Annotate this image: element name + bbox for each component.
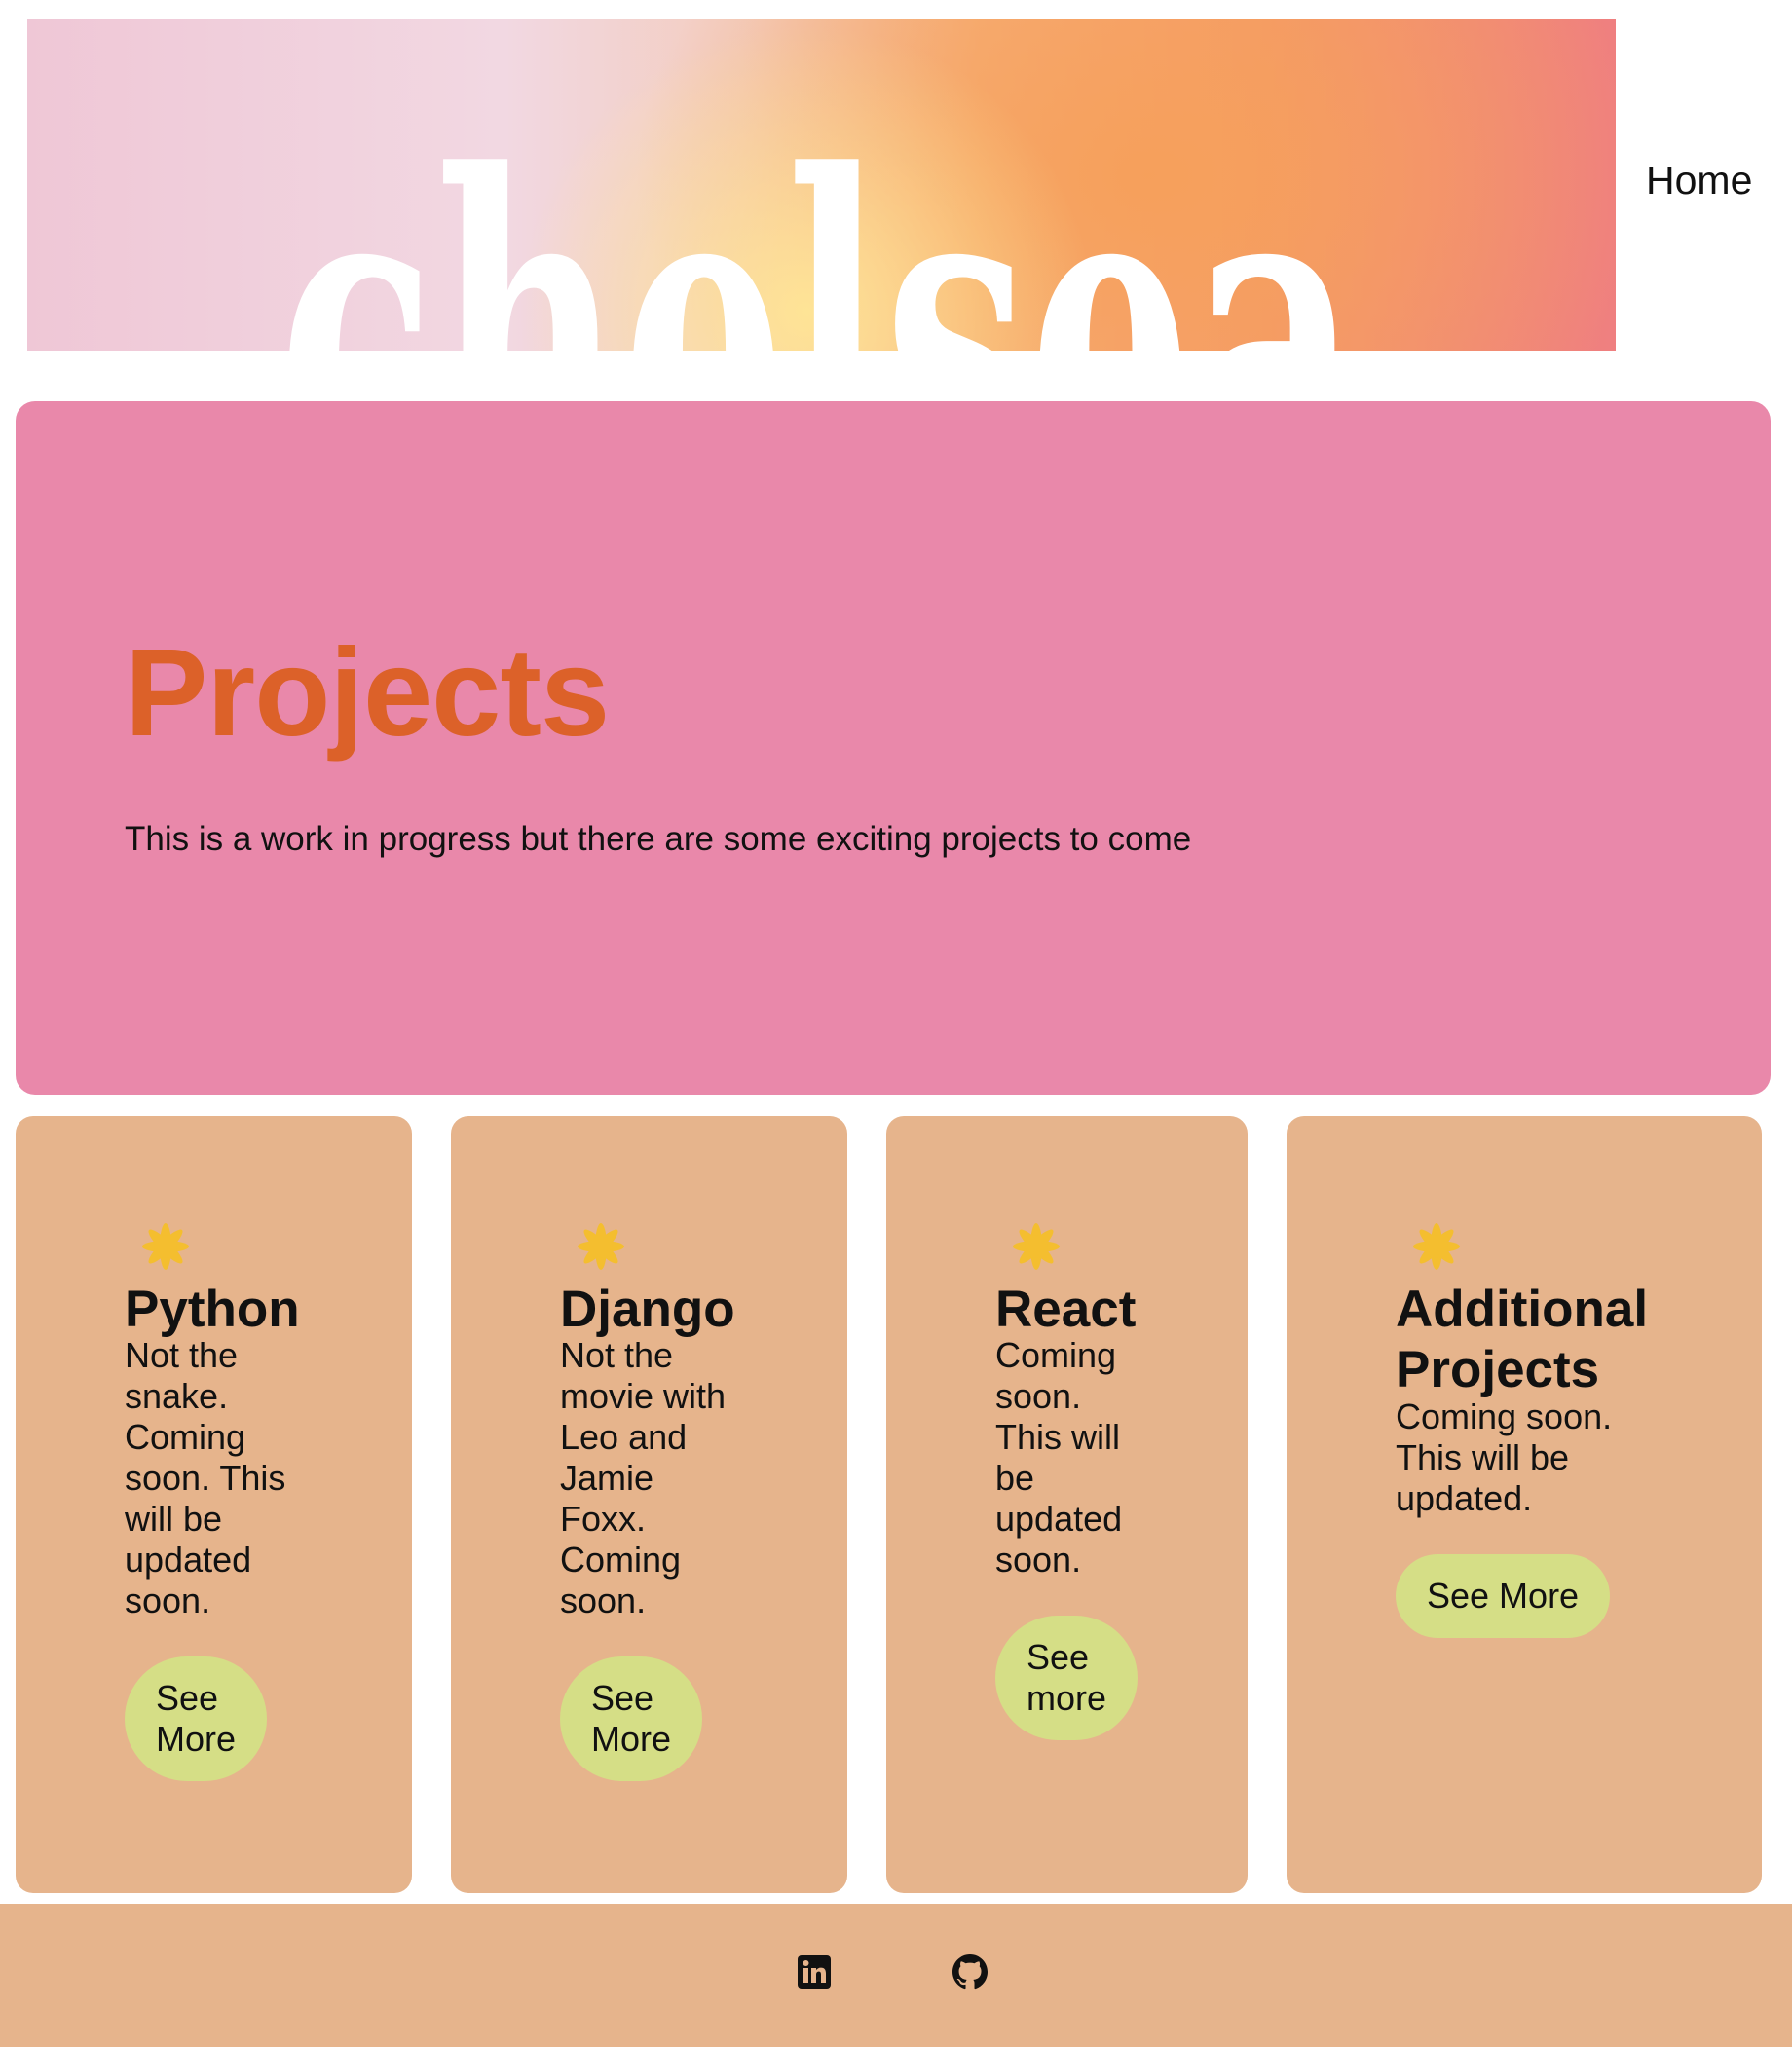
see-more-button[interactable]: See More: [1396, 1554, 1611, 1638]
card-text-line: snake.: [125, 1376, 229, 1416]
banner-wordmark: chelsea: [279, 85, 1360, 351]
card-text-line: soon.: [995, 1376, 1082, 1416]
svg-text:chelsea: chelsea: [279, 85, 1360, 351]
site-header: chelsea Home: [0, 0, 1792, 370]
card-description: Coming soon. This will be updated soon. …: [995, 1335, 1139, 1740]
nav-home-link[interactable]: Home: [1646, 158, 1752, 204]
card-title-line: Projects: [1396, 1341, 1600, 1398]
card-title: React: [995, 1281, 1137, 1338]
card-text-line: soon.: [125, 1581, 211, 1620]
banner-logo: chelsea: [27, 19, 1616, 351]
button-label-line: See: [591, 1678, 654, 1718]
card-title-line: Additional: [1396, 1281, 1649, 1338]
project-card-additional: Additional Projects Coming soon. This wi…: [1287, 1116, 1762, 1893]
project-card-django: Django Not the movie with Leo and Jamie …: [451, 1116, 847, 1893]
card-text-line: Jamie: [560, 1458, 654, 1498]
button-label-line: More: [591, 1719, 672, 1759]
asterisk-icon: [142, 1223, 189, 1270]
asterisk-icon: [578, 1223, 624, 1270]
card-text-line: Coming soon.: [1396, 1396, 1613, 1436]
project-card-python: Python Not the snake. Coming soon. This …: [16, 1116, 412, 1893]
site-footer: [0, 1904, 1792, 2047]
asterisk-icon: [1013, 1223, 1060, 1270]
card-text-line: soon. This: [125, 1458, 286, 1498]
linkedin-icon[interactable]: [797, 1954, 832, 1990]
card-title: Django: [560, 1281, 735, 1338]
card-text-line: updated.: [1396, 1478, 1533, 1518]
see-more-button[interactable]: See More: [560, 1656, 703, 1781]
card-description: Not the snake. Coming soon. This will be…: [125, 1335, 285, 1781]
card-text-line: Coming: [125, 1417, 246, 1457]
card-text-line: movie with: [560, 1376, 727, 1416]
card-text-line: updated: [125, 1540, 252, 1580]
github-icon[interactable]: [952, 1954, 988, 1990]
card-text-line: Coming: [995, 1335, 1117, 1375]
card-description: Coming soon. This will be updated. See M…: [1396, 1396, 1612, 1638]
button-label-line: more: [1027, 1678, 1107, 1718]
project-card-react: React Coming soon. This will be updated …: [886, 1116, 1248, 1893]
see-more-button[interactable]: See More: [125, 1656, 268, 1781]
page-subtitle: This is a work in progress but there are…: [125, 820, 1192, 858]
card-text-line: soon.: [995, 1540, 1082, 1580]
card-text-line: Coming: [560, 1540, 682, 1580]
button-label-line: More: [156, 1719, 237, 1759]
asterisk-icon: [1413, 1223, 1460, 1270]
see-more-button[interactable]: See more: [995, 1616, 1139, 1740]
card-title: Additional Projects: [1396, 1280, 1648, 1400]
card-text-line: Leo and: [560, 1417, 688, 1457]
card-text-line: This will be: [1396, 1437, 1570, 1477]
card-title: Python: [125, 1281, 300, 1338]
card-text-line: be: [995, 1458, 1035, 1498]
card-text-line: Not the: [125, 1335, 239, 1375]
card-text-line: soon.: [560, 1581, 647, 1620]
card-text-line: This will: [995, 1417, 1121, 1457]
button-label-line: See: [156, 1678, 219, 1718]
button-label-line: See: [1027, 1637, 1090, 1677]
card-description: Not the movie with Leo and Jamie Foxx. C…: [560, 1335, 726, 1781]
card-text-line: Not the: [560, 1335, 674, 1375]
card-text-line: Foxx.: [560, 1499, 647, 1539]
projects-hero: Projects This is a work in progress but …: [16, 401, 1771, 1095]
page-title: Projects: [125, 623, 610, 763]
card-text-line: updated: [995, 1499, 1123, 1539]
card-text-line: will be: [125, 1499, 223, 1539]
